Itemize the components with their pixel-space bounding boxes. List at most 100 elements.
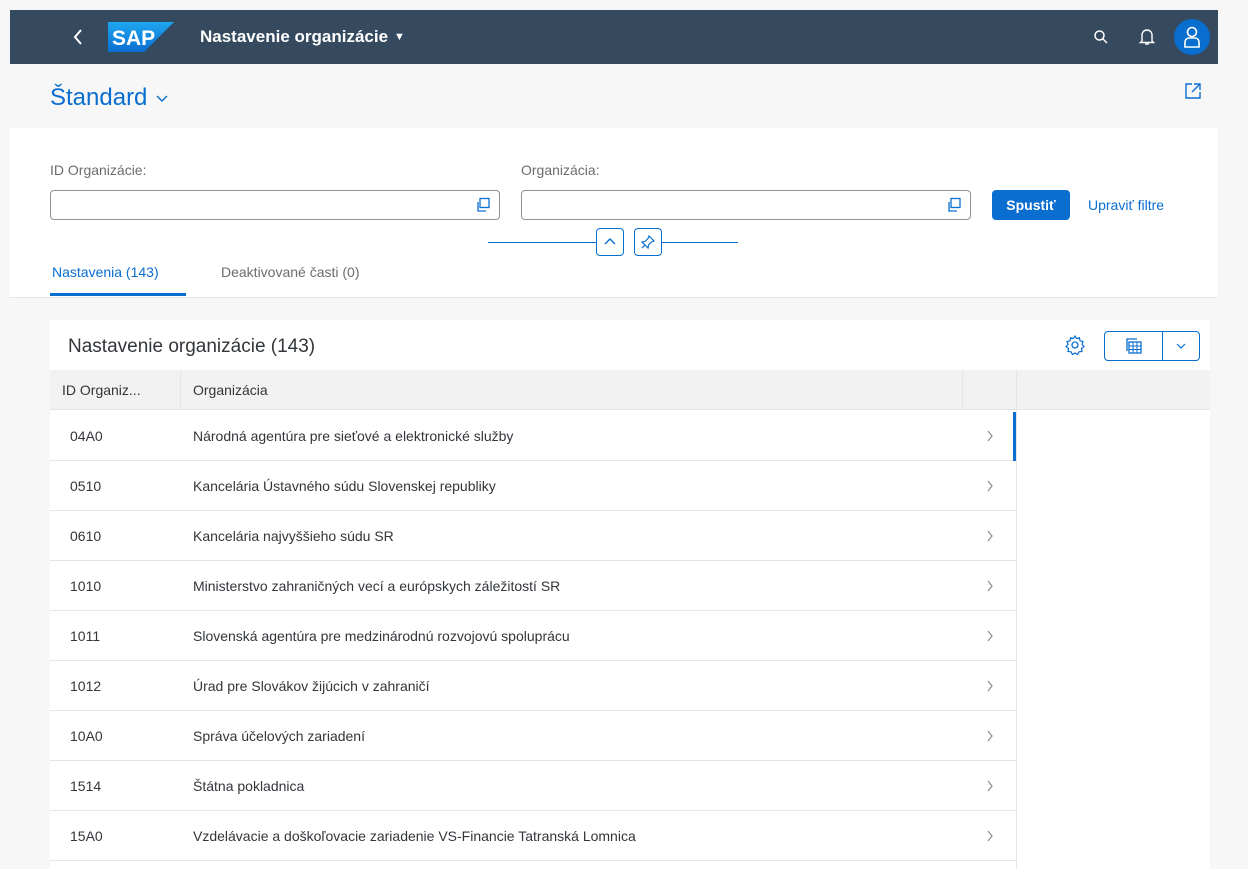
table-row[interactable]: 1514 Štátna pokladnica — [50, 761, 1017, 811]
cell-org-id: 10A0 — [70, 727, 103, 744]
gear-icon — [1065, 334, 1085, 356]
search-button[interactable] — [1078, 10, 1124, 64]
variant-selector[interactable]: Štandard — [50, 84, 169, 112]
header-divider — [488, 242, 596, 243]
row-navigation[interactable] — [963, 530, 1017, 542]
back-button[interactable] — [58, 10, 98, 64]
table-row[interactable]: 04A0 Národná agentúra pre sieťové a elek… — [50, 411, 1017, 461]
table-row[interactable]: 1010 Ministerstvo zahraničných vecí a eu… — [50, 561, 1017, 611]
notifications-button[interactable] — [1124, 10, 1170, 64]
cell-org-id: 15A0 — [70, 827, 103, 844]
back-icon — [73, 29, 82, 45]
chevron-right-icon — [987, 580, 993, 591]
column-header-filler — [1017, 370, 1210, 409]
user-icon — [1184, 26, 1200, 48]
org-field[interactable] — [521, 190, 971, 220]
org-id-input[interactable] — [51, 191, 499, 219]
chevron-right-icon — [987, 830, 993, 841]
adapt-filters-link[interactable]: Upraviť filtre — [1088, 197, 1164, 213]
tab-underline — [50, 293, 186, 296]
table-divider — [1016, 411, 1017, 869]
go-button[interactable]: Spustiť — [992, 190, 1070, 220]
table-row[interactable]: 0610 Kancelária najvyššieho súdu SR — [50, 511, 1017, 561]
bell-icon — [1139, 29, 1155, 45]
search-icon — [1094, 30, 1108, 44]
pin-icon — [640, 234, 656, 250]
column-header-nav — [963, 370, 1017, 409]
chevron-right-icon — [987, 780, 993, 791]
cell-org-name: Štátna pokladnica — [193, 777, 305, 794]
tab-settings[interactable]: Nastavenia (143) — [52, 264, 159, 280]
export-dropdown-button[interactable] — [1163, 332, 1199, 360]
row-navigation[interactable] — [963, 780, 1017, 792]
org-label: Organizácia: — [521, 162, 600, 178]
table-row[interactable]: 10A0 Správa účelových zariadení — [50, 711, 1017, 761]
cell-org-name: Úrad pre Slovákov žijúcich v zahraničí — [193, 677, 430, 694]
column-header-org-id[interactable]: ID Organiz... — [50, 370, 181, 409]
row-focus-indicator — [1013, 412, 1016, 461]
sap-logo[interactable]: SAP — [108, 22, 174, 52]
row-navigation[interactable] — [963, 680, 1017, 692]
user-avatar[interactable] — [1174, 19, 1210, 55]
caret-down-icon: ▼ — [394, 31, 405, 43]
filter-bar: ID Organizácie: Organizácia: Spustiť Upr… — [10, 128, 1218, 298]
table-card: Nastavenie organizácie (143) ID Organiz.… — [50, 320, 1210, 869]
org-id-label: ID Organizácie: — [50, 162, 147, 178]
app-title: Nastavenie organizácie — [200, 27, 389, 46]
pin-header-button[interactable] — [634, 228, 662, 256]
row-navigation[interactable] — [963, 580, 1017, 592]
export-menu-button — [1104, 331, 1200, 361]
cell-org-id: 1011 — [70, 627, 101, 644]
cell-org-name: Správa účelových zariadení — [193, 727, 365, 744]
page-header: Štandard — [10, 64, 1218, 128]
table-body: 04A0 Národná agentúra pre sieťové a elek… — [50, 411, 1017, 861]
cell-org-id: 0610 — [70, 527, 102, 544]
row-navigation[interactable] — [963, 630, 1017, 642]
chevron-right-icon — [987, 680, 993, 691]
table-settings-button[interactable] — [1064, 334, 1086, 361]
row-navigation[interactable] — [963, 730, 1017, 742]
table-row[interactable]: 0510 Kancelária Ústavného súdu Slovenske… — [50, 461, 1017, 511]
table-title: Nastavenie organizácie (143) — [68, 336, 316, 357]
row-navigation[interactable] — [963, 830, 1017, 842]
cell-org-name: Národná agentúra pre sieťové a elektroni… — [193, 427, 514, 444]
table-header: ID Organiz... Organizácia — [50, 370, 1210, 410]
cell-org-id: 0510 — [70, 477, 102, 494]
org-id-field[interactable] — [50, 190, 500, 220]
chevron-down-icon — [156, 95, 168, 102]
cell-org-name: Slovenská agentúra pre medzinárodnú rozv… — [193, 627, 570, 644]
cell-org-name: Vzdelávacie a doškoľovacie zariadenie VS… — [193, 827, 636, 844]
collapse-header-button[interactable] — [596, 228, 624, 256]
chevron-right-icon — [987, 630, 993, 641]
cell-org-id: 04A0 — [70, 427, 103, 444]
table-row[interactable]: 1012 Úrad pre Slovákov žijúcich v zahran… — [50, 661, 1017, 711]
tab-deactivated[interactable]: Deaktivované časti (0) — [221, 264, 360, 280]
cell-org-id: 1010 — [70, 577, 102, 594]
row-navigation[interactable] — [963, 430, 1017, 442]
org-input[interactable] — [522, 191, 970, 219]
cell-org-name: Ministerstvo zahraničných vecí a európsk… — [193, 577, 561, 594]
share-icon — [1185, 83, 1201, 99]
cell-org-name: Kancelária najvyššieho súdu SR — [193, 527, 394, 544]
chevron-right-icon — [987, 430, 993, 441]
export-button[interactable] — [1105, 332, 1163, 360]
share-button[interactable] — [1184, 82, 1202, 105]
table-row[interactable]: 15A0 Vzdelávacie a doškoľovacie zariaden… — [50, 811, 1017, 861]
chevron-right-icon — [987, 530, 993, 541]
header-divider — [660, 242, 738, 243]
cell-org-id: 1514 — [70, 777, 102, 794]
svg-text:SAP: SAP — [112, 27, 155, 50]
chevron-up-icon — [604, 238, 616, 245]
cell-org-id: 1012 — [70, 677, 102, 694]
value-help-icon[interactable] — [475, 197, 491, 218]
chevron-right-icon — [987, 480, 993, 491]
shell-bar: SAP Nastavenie organizácie ▼ — [10, 10, 1218, 64]
variant-label: Štandard — [50, 84, 148, 111]
chevron-right-icon — [987, 730, 993, 741]
value-help-icon[interactable] — [946, 197, 962, 218]
table-row[interactable]: 1011 Slovenská agentúra pre medzinárodnú… — [50, 611, 1017, 661]
app-title-menu[interactable]: Nastavenie organizácie ▼ — [200, 27, 405, 47]
row-navigation[interactable] — [963, 480, 1017, 492]
column-header-org[interactable]: Organizácia — [181, 370, 963, 409]
spreadsheet-icon — [1125, 338, 1142, 354]
